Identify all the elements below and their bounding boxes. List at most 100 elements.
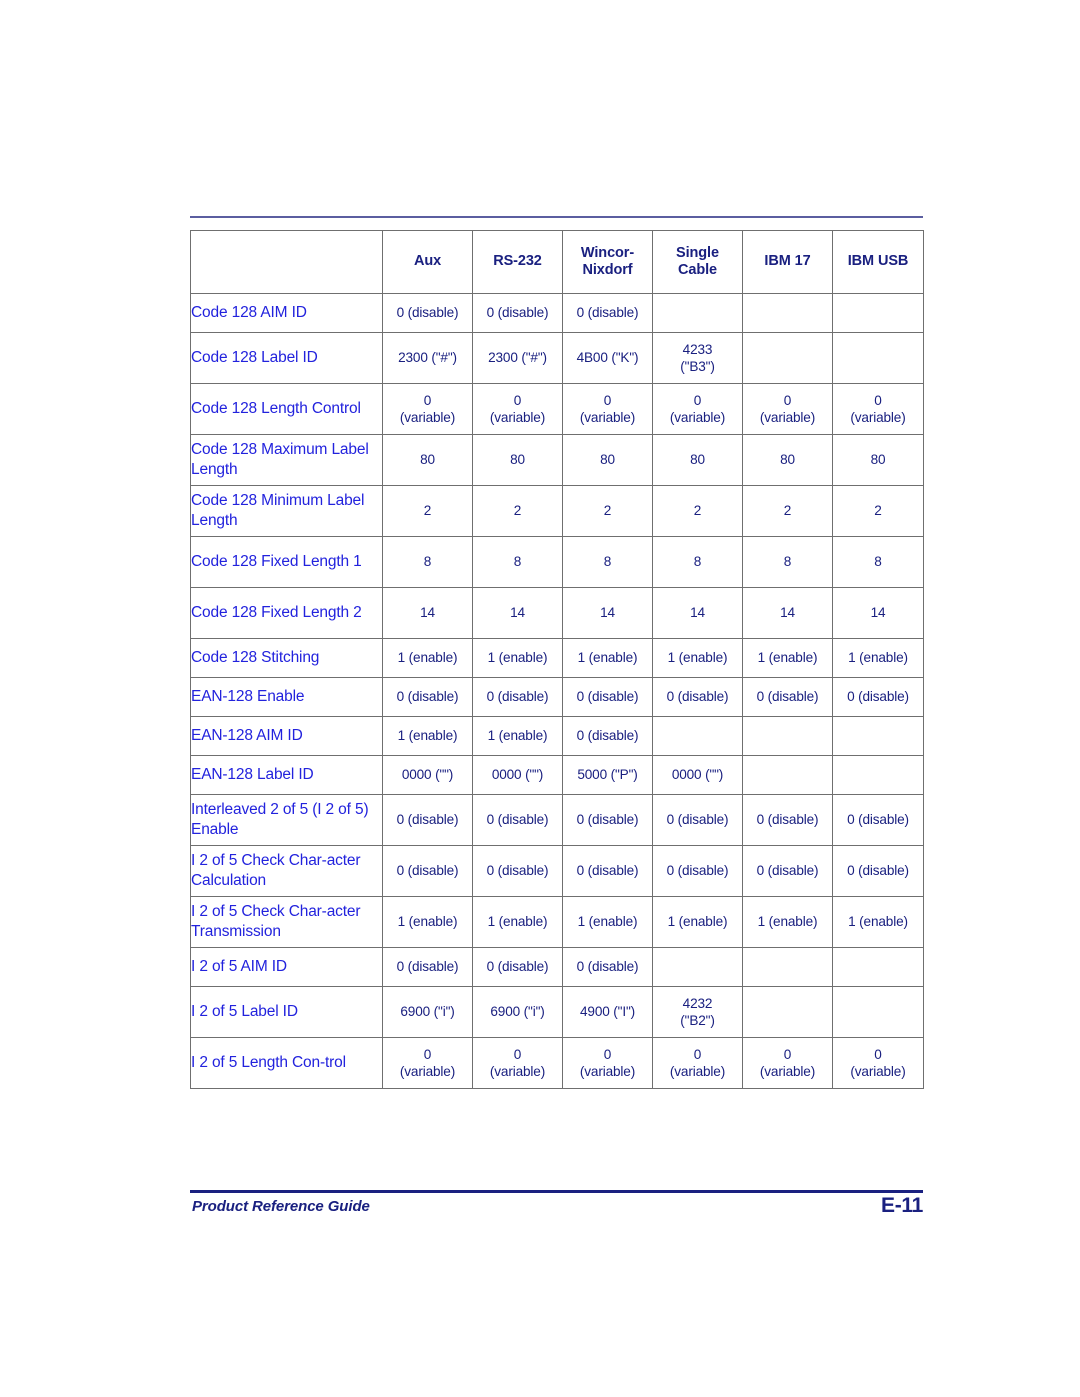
value-cell-single <box>652 293 743 333</box>
parameter-label: I 2 of 5 Check Char-acter Transmission <box>190 896 383 948</box>
value-cell-wincor: 1 (enable) <box>562 638 653 678</box>
value-cell-wincor: 0 (disable) <box>562 293 653 333</box>
value-cell-rs232: 0000 ("") <box>472 755 563 795</box>
value-cell-wincor: 0 (disable) <box>562 677 653 717</box>
table-corner-cell <box>190 230 383 294</box>
parameter-label: EAN-128 AIM ID <box>190 716 383 756</box>
value-cell-wincor: 1 (enable) <box>562 896 653 948</box>
value-cell-ibm17: 0 (disable) <box>742 845 833 897</box>
value-cell-ibmusb: 0 (variable) <box>832 383 924 435</box>
parameter-label: Code 128 Length Control <box>190 383 383 435</box>
table-body: Code 128 AIM ID 0 (disable) 0 (disable) 0 (… <box>190 293 924 1089</box>
value-cell-ibm17: 14 <box>742 587 833 639</box>
value-cell-ibmusb <box>832 293 924 333</box>
value-cell-aux: 0 (disable) <box>382 794 473 846</box>
value-cell-wincor: 0 (disable) <box>562 794 653 846</box>
value-cell-aux: 0 (variable) <box>382 1037 473 1089</box>
value-cell-single: 14 <box>652 587 743 639</box>
value-cell-rs232: 6900 ("i") <box>472 986 563 1038</box>
table-row: Code 128 Fixed Length 2 14 14 14 14 14 14 <box>190 587 924 639</box>
value-cell-aux: 1 (enable) <box>382 638 473 678</box>
value-cell-ibm17 <box>742 716 833 756</box>
table-row: EAN-128 Enable 0 (disable) 0 (disable) 0 (d… <box>190 677 924 717</box>
value-cell-wincor: 0 (variable) <box>562 1037 653 1089</box>
value-cell-single: 0000 ("") <box>652 755 743 795</box>
parameter-label: I 2 of 5 Length Con-trol <box>190 1037 383 1089</box>
parameter-label: Code 128 Maximum Label Length <box>190 434 383 486</box>
value-cell-aux: 6900 ("i") <box>382 986 473 1038</box>
value-cell-ibmusb: 14 <box>832 587 924 639</box>
value-cell-wincor: 8 <box>562 536 653 588</box>
table-row: I 2 of 5 AIM ID 0 (disable) 0 (disable) 0 (… <box>190 947 924 987</box>
value-cell-ibmusb: 80 <box>832 434 924 486</box>
value-cell-single <box>652 947 743 987</box>
value-cell-ibm17 <box>742 293 833 333</box>
value-cell-rs232: 8 <box>472 536 563 588</box>
value-cell-ibm17: 0 (disable) <box>742 677 833 717</box>
interface-defaults-table: Aux RS-232 Wincor- Nixdorf Single Cable IBM 17… <box>190 230 924 1089</box>
value-cell-aux: 1 (enable) <box>382 716 473 756</box>
table-row: I 2 of 5 Check Char-acter Calculation 0 (… <box>190 845 924 897</box>
value-cell-single: 8 <box>652 536 743 588</box>
value-cell-aux: 2300 ("#") <box>382 332 473 384</box>
value-cell-rs232: 0 (disable) <box>472 845 563 897</box>
value-cell-single: 1 (enable) <box>652 638 743 678</box>
table-row: I 2 of 5 Label ID 6900 ("i") 6900 ("i") 490… <box>190 986 924 1038</box>
footer-rule <box>190 1190 923 1193</box>
value-cell-wincor: 2 <box>562 485 653 537</box>
document-page: Aux RS-232 Wincor- Nixdorf Single Cable IBM 17… <box>0 0 1080 1397</box>
value-cell-ibmusb: 0 (variable) <box>832 1037 924 1089</box>
table-row: Code 128 Label ID 2300 ("#") 2300 ("#") 4B0… <box>190 332 924 384</box>
table-row: Code 128 Minimum Label Length 2 2 2 2 2 2 <box>190 485 924 537</box>
table-row: I 2 of 5 Length Con-trol 0 (variable) 0 (var… <box>190 1037 924 1089</box>
value-cell-ibm17: 0 (variable) <box>742 1037 833 1089</box>
value-cell-rs232: 2 <box>472 485 563 537</box>
value-cell-aux: 1 (enable) <box>382 896 473 948</box>
value-cell-ibm17: 1 (enable) <box>742 896 833 948</box>
value-cell-rs232: 1 (enable) <box>472 638 563 678</box>
value-cell-ibmusb <box>832 332 924 384</box>
value-cell-wincor: 0 (disable) <box>562 947 653 987</box>
parameter-label: Code 128 Minimum Label Length <box>190 485 383 537</box>
value-cell-ibmusb: 0 (disable) <box>832 677 924 717</box>
value-cell-ibm17 <box>742 755 833 795</box>
value-cell-rs232: 1 (enable) <box>472 716 563 756</box>
value-cell-single: 4232 ("B2") <box>652 986 743 1038</box>
value-cell-aux: 8 <box>382 536 473 588</box>
table-header-row: Aux RS-232 Wincor- Nixdorf Single Cable IBM 17… <box>190 230 924 294</box>
table-row: Code 128 Stitching 1 (enable) 1 (enable) 1 … <box>190 638 924 678</box>
value-cell-ibm17: 8 <box>742 536 833 588</box>
value-cell-rs232: 0 (disable) <box>472 794 563 846</box>
value-cell-single: 80 <box>652 434 743 486</box>
parameter-label: Code 128 AIM ID <box>190 293 383 333</box>
value-cell-single: 0 (disable) <box>652 794 743 846</box>
parameter-label: Interleaved 2 of 5 (I 2 of 5) Enable <box>190 794 383 846</box>
column-header-ibmusb: IBM USB <box>832 230 924 294</box>
value-cell-rs232: 0 (disable) <box>472 947 563 987</box>
column-header-single: Single Cable <box>652 230 743 294</box>
value-cell-aux: 2 <box>382 485 473 537</box>
value-cell-rs232: 0 (disable) <box>472 677 563 717</box>
value-cell-single: 4233 ("B3") <box>652 332 743 384</box>
table-row: Interleaved 2 of 5 (I 2 of 5) Enable 0 (d… <box>190 794 924 846</box>
parameter-label: I 2 of 5 Label ID <box>190 986 383 1038</box>
value-cell-wincor: 4900 ("I") <box>562 986 653 1038</box>
parameter-label: Code 128 Fixed Length 2 <box>190 587 383 639</box>
value-cell-rs232: 1 (enable) <box>472 896 563 948</box>
value-cell-wincor: 5000 ("P") <box>562 755 653 795</box>
value-cell-ibmusb: 0 (disable) <box>832 794 924 846</box>
value-cell-single <box>652 716 743 756</box>
table-row: Code 128 Length Control 0 (variable) 0 (vari… <box>190 383 924 435</box>
value-cell-single: 0 (variable) <box>652 383 743 435</box>
value-cell-rs232: 2300 ("#") <box>472 332 563 384</box>
value-cell-single: 0 (variable) <box>652 1037 743 1089</box>
value-cell-wincor: 0 (disable) <box>562 845 653 897</box>
value-cell-ibmusb <box>832 947 924 987</box>
table-row: EAN-128 AIM ID 1 (enable) 1 (enable) 0 (dis… <box>190 716 924 756</box>
value-cell-aux: 0 (disable) <box>382 293 473 333</box>
value-cell-single: 0 (disable) <box>652 677 743 717</box>
value-cell-ibmusb <box>832 755 924 795</box>
value-cell-aux: 0 (disable) <box>382 947 473 987</box>
value-cell-wincor: 0 (variable) <box>562 383 653 435</box>
value-cell-ibmusb: 1 (enable) <box>832 896 924 948</box>
